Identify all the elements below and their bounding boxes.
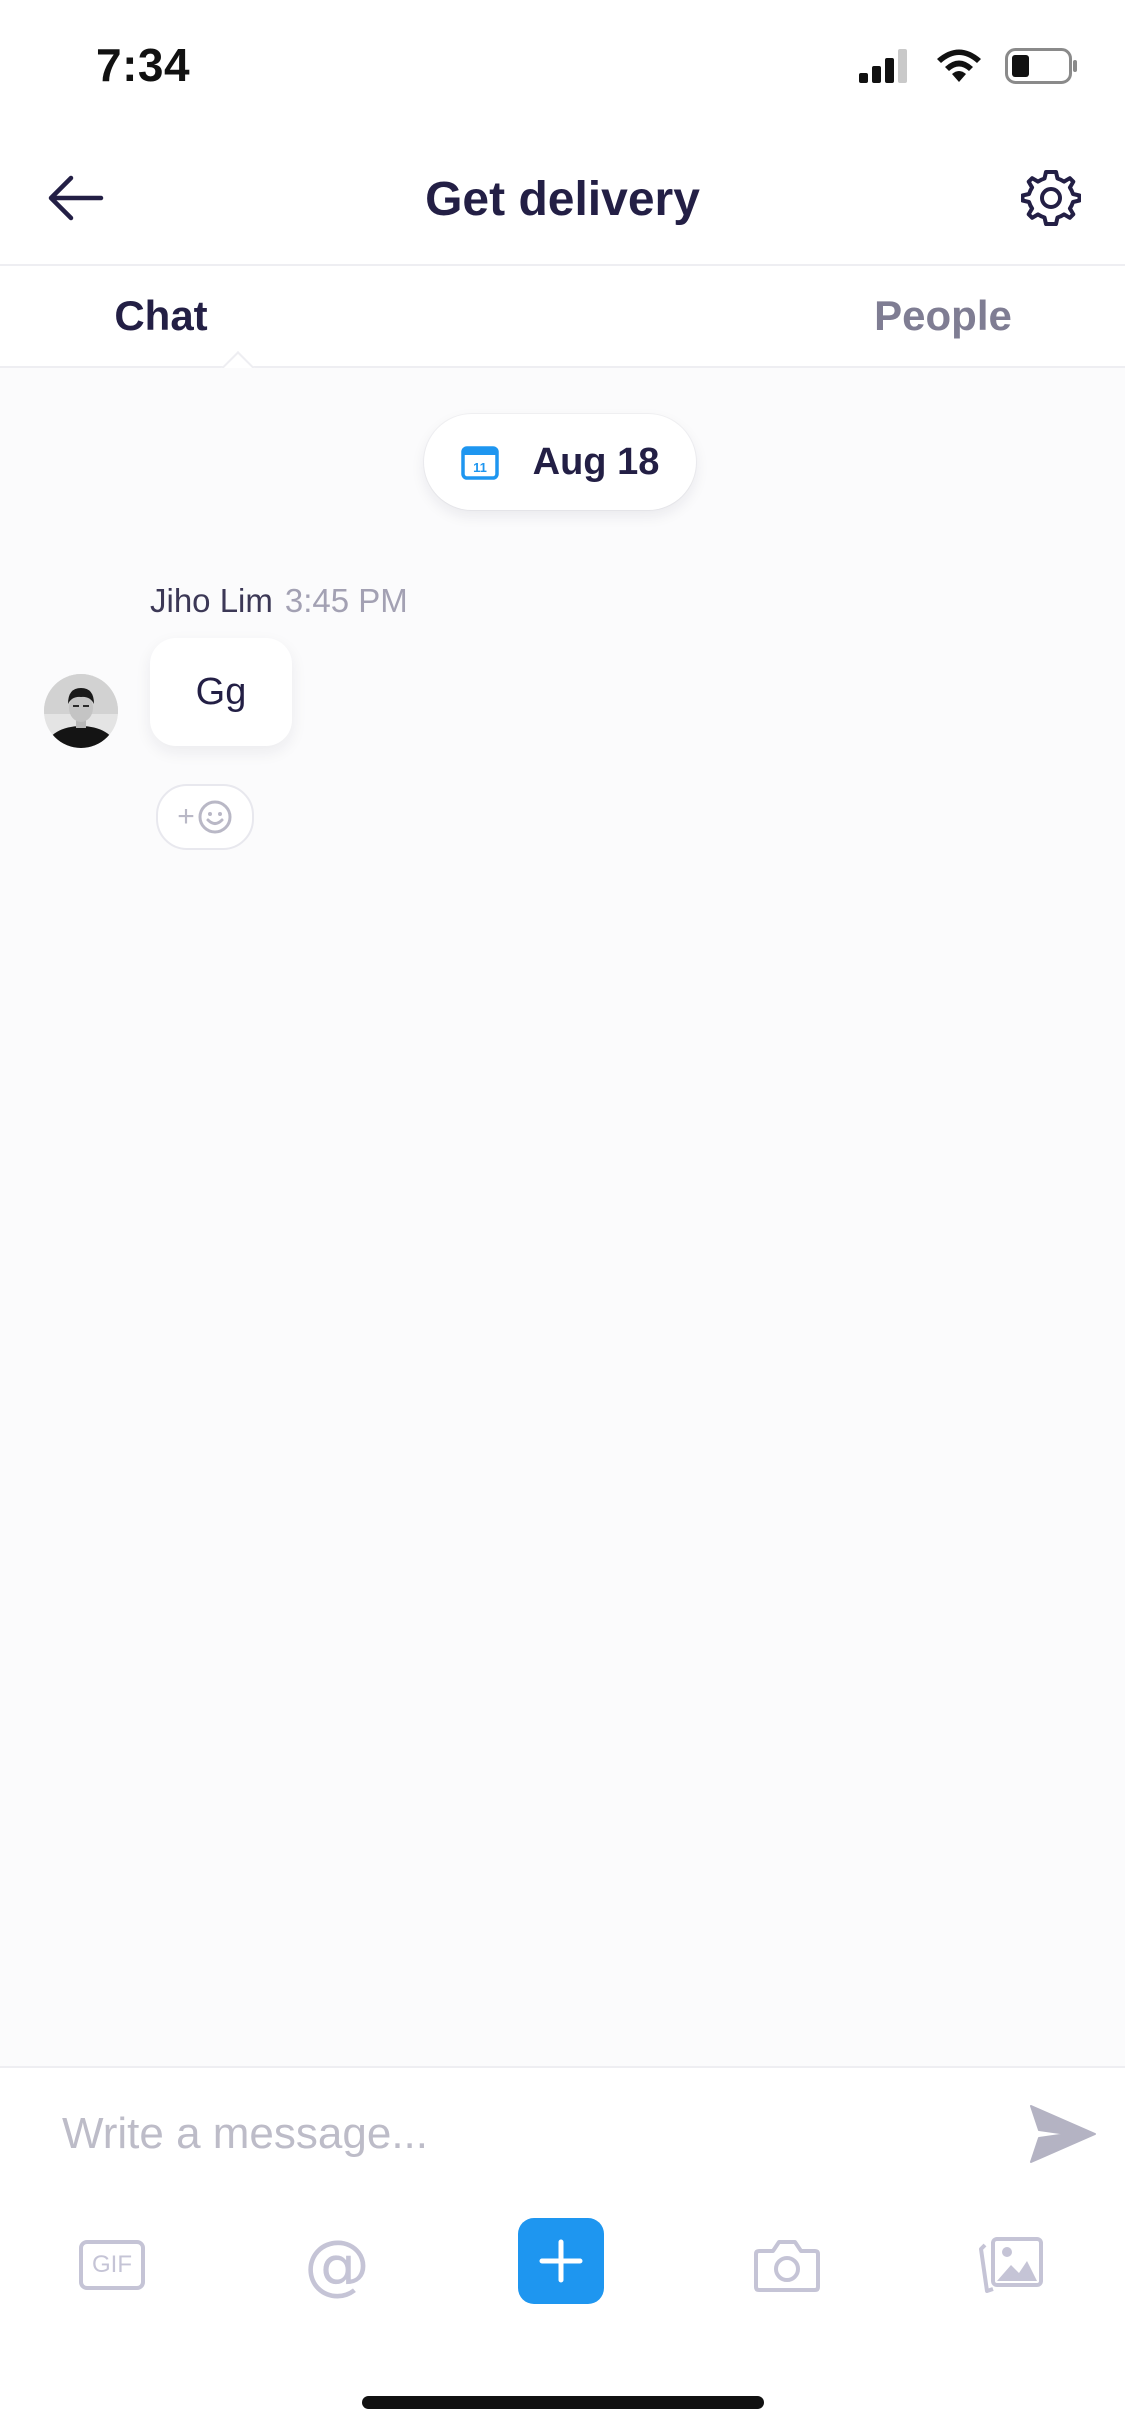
tab-people[interactable]: People	[562, 266, 1124, 366]
add-emoji-icon	[198, 800, 232, 834]
add-button[interactable]	[518, 2218, 604, 2304]
calendar-day: 11	[473, 460, 487, 475]
send-icon	[1030, 2105, 1096, 2163]
gear-icon	[1021, 170, 1081, 226]
settings-button[interactable]	[1017, 164, 1085, 232]
composer-toolbar: GIF @	[0, 2202, 1125, 2332]
message-input[interactable]	[62, 2098, 962, 2170]
cellular-signal-icon	[859, 49, 907, 83]
page-title: Get delivery	[425, 173, 700, 226]
camera-icon	[754, 2240, 820, 2292]
mention-button[interactable]: @	[292, 2220, 382, 2310]
message-bubble[interactable]: Gg	[150, 638, 292, 746]
date-divider: 11 Aug 18	[424, 414, 696, 510]
tab-chat[interactable]: Chat	[0, 266, 562, 366]
home-indicator	[362, 2396, 764, 2409]
gif-icon: GIF	[79, 2240, 145, 2290]
plus-icon	[539, 2239, 583, 2283]
add-reaction-button[interactable]: +	[156, 784, 254, 850]
tab-chat-label: Chat	[114, 292, 208, 339]
at-icon: @	[304, 2226, 370, 2303]
status-icons	[859, 48, 1079, 84]
header: Get delivery	[0, 132, 1125, 266]
plus-icon: +	[177, 800, 195, 833]
chat-area[interactable]: 11 Aug 18 Jiho Lim 3:45 PM Gg +	[0, 368, 1125, 2066]
message-meta: Jiho Lim 3:45 PM	[150, 582, 408, 620]
status-bar: 7:34	[0, 0, 1125, 132]
tab-bar: Chat People	[0, 266, 1125, 385]
calendar-icon: 11	[460, 446, 499, 480]
avatar-image	[44, 674, 118, 748]
send-button[interactable]	[1027, 2098, 1099, 2170]
avatar[interactable]	[44, 674, 118, 748]
tab-people-label: People	[874, 292, 1012, 339]
wifi-icon	[937, 49, 981, 82]
gallery-icon	[979, 2237, 1043, 2293]
message-time: 3:45 PM	[284, 582, 408, 619]
message-composer	[0, 2066, 1125, 2204]
battery-icon	[1005, 48, 1077, 84]
date-label: Aug 18	[532, 440, 660, 483]
gallery-button[interactable]	[967, 2220, 1057, 2310]
gif-button[interactable]: GIF	[67, 2220, 157, 2310]
status-time: 7:34	[96, 39, 191, 91]
message-sender: Jiho Lim	[150, 582, 273, 619]
camera-button[interactable]	[742, 2220, 832, 2310]
